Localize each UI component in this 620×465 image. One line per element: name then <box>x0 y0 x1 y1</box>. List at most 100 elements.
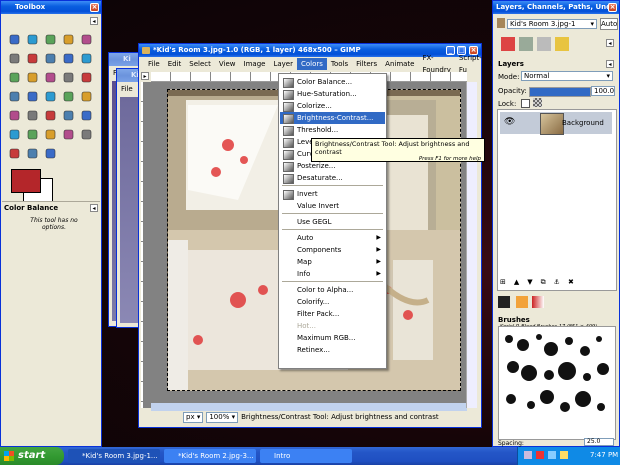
toolbox-menu-arrow-icon[interactable]: ◂ <box>90 17 98 25</box>
menu-file[interactable]: File <box>144 58 164 70</box>
menu-select[interactable]: Select <box>185 58 215 70</box>
ellipse-select-icon[interactable] <box>24 31 40 47</box>
raise-layer-icon[interactable]: ▲ <box>514 278 519 290</box>
dock-menu-arrow-icon[interactable]: ◂ <box>606 39 614 47</box>
layers-tab-icon[interactable] <box>501 37 515 51</box>
menu-item-invert[interactable]: Invert <box>280 188 385 200</box>
channels-tab-icon[interactable] <box>519 37 533 51</box>
menu-item-filter-pack[interactable]: Filter Pack... <box>280 308 385 320</box>
patterns-tab-icon[interactable] <box>516 296 528 308</box>
blend-icon[interactable] <box>78 88 94 104</box>
zoom-icon[interactable] <box>60 50 76 66</box>
brushes-tab-icon[interactable] <box>498 296 510 308</box>
menu-animate[interactable]: Animate <box>381 58 418 70</box>
undo-tab-icon[interactable] <box>555 37 569 51</box>
paths-icon[interactable] <box>24 50 40 66</box>
convolve-icon[interactable] <box>42 126 58 142</box>
background-window-menu[interactable]: File <box>121 85 133 93</box>
menu-filters[interactable]: Filters <box>352 58 381 70</box>
stamp-icon[interactable] <box>42 145 58 161</box>
menu-item-maximum-rgb[interactable]: Maximum RGB... <box>280 332 385 344</box>
smudge-icon[interactable] <box>60 126 76 142</box>
lasso-icon[interactable] <box>42 31 58 47</box>
menu-colors[interactable]: Colors <box>296 58 327 70</box>
menu-item-hot[interactable]: Hot... <box>280 320 385 332</box>
anchor-layer-icon[interactable]: ⚓ <box>554 278 560 290</box>
tray-app-icon[interactable] <box>560 451 568 459</box>
tool-options-menu-icon[interactable]: ◂ <box>90 204 98 212</box>
image-selector[interactable]: Kid's Room 3.jpg-1 ▾ <box>507 19 597 29</box>
flask-icon[interactable] <box>6 145 22 161</box>
menu-item-threshold[interactable]: Threshold... <box>280 124 385 136</box>
task-button-1[interactable]: *Kid's Room 3.jpg-1... <box>68 449 160 463</box>
zoom-selector[interactable]: 100% ▾ <box>206 411 239 423</box>
fuzzy-select-icon[interactable] <box>60 31 76 47</box>
heal-icon[interactable] <box>24 126 40 142</box>
volume-icon[interactable] <box>548 451 556 459</box>
menu-item-desaturate[interactable]: Desaturate... <box>280 172 385 184</box>
unit-selector[interactable]: px ▾ <box>183 411 204 423</box>
scissors-icon[interactable] <box>6 50 22 66</box>
vertical-scrollbar[interactable] <box>466 82 477 408</box>
menu-item-brightness-contrast[interactable]: Brightness-Contrast... <box>280 112 385 124</box>
visibility-eye-icon[interactable]: 👁 <box>504 117 515 127</box>
menu-view[interactable]: View <box>215 58 240 70</box>
task-button-2[interactable]: *Kid's Room 2.jpg-3... <box>164 449 256 463</box>
move-icon[interactable] <box>6 69 22 85</box>
rotate-icon[interactable] <box>42 69 58 85</box>
rect-select-icon[interactable] <box>6 31 22 47</box>
toolbox-titlebar[interactable]: Toolbox <box>1 1 101 14</box>
measure-icon[interactable] <box>78 50 94 66</box>
airbrush-icon[interactable] <box>60 107 76 123</box>
gradients-tab-icon[interactable] <box>532 296 544 308</box>
color-select-icon[interactable] <box>78 31 94 47</box>
shear-icon[interactable] <box>78 69 94 85</box>
paintbrush-icon[interactable] <box>24 107 40 123</box>
auto-button[interactable]: Auto <box>600 18 618 30</box>
horizontal-scrollbar[interactable] <box>151 403 467 411</box>
menu-item-color-to-alpha[interactable]: Color to Alpha... <box>280 284 385 296</box>
spacing-spinbox[interactable]: 25.0 <box>584 438 614 446</box>
color-picker-icon[interactable] <box>42 50 58 66</box>
toolbox-close-button[interactable]: × <box>90 3 99 12</box>
menu-layer[interactable]: Layer <box>269 58 297 70</box>
menu-item-value-invert[interactable]: Value Invert <box>280 200 385 212</box>
lock-alpha-checkbox[interactable] <box>521 99 530 108</box>
start-button[interactable]: start <box>0 447 64 465</box>
dodge-burn-icon[interactable] <box>78 126 94 142</box>
layers-panel-menu-icon[interactable]: ◂ <box>606 60 614 68</box>
foreground-color-swatch[interactable] <box>11 169 41 193</box>
menu-item-info[interactable]: Info ▶ <box>280 268 385 280</box>
new-layer-icon[interactable]: ⊞ <box>500 278 506 290</box>
text-icon[interactable] <box>42 88 58 104</box>
menu-item-retinex[interactable]: Retinex... <box>280 344 385 356</box>
network-icon[interactable] <box>524 451 532 459</box>
menu-item-use-gegl[interactable]: Use GEGL <box>280 216 385 228</box>
delete-layer-icon[interactable]: ✖ <box>568 278 574 290</box>
menu-item-colorize[interactable]: Colorize... <box>280 100 385 112</box>
scale-icon[interactable] <box>60 69 76 85</box>
menu-item-components[interactable]: Components ▶ <box>280 244 385 256</box>
opacity-slider[interactable] <box>529 87 591 97</box>
menu-item-colorify[interactable]: Colorify... <box>280 296 385 308</box>
menu-item-map[interactable]: Map ▶ <box>280 256 385 268</box>
menu-tools[interactable]: Tools <box>327 58 352 70</box>
dock-titlebar[interactable]: Layers, Channels, Paths, Undo ... <box>493 1 619 14</box>
opacity-spinbox[interactable]: 100.0 <box>591 86 615 96</box>
canvas-menu-arrow-icon[interactable]: ▸ <box>141 72 149 80</box>
clone-icon[interactable] <box>6 126 22 142</box>
eraser-icon[interactable] <box>42 107 58 123</box>
paths-tab-icon[interactable] <box>537 37 551 51</box>
flip-icon[interactable] <box>24 88 40 104</box>
menu-item-hue-saturation[interactable]: Hue-Saturation... <box>280 88 385 100</box>
brushes-grid[interactable] <box>498 326 616 440</box>
ink-icon[interactable] <box>78 107 94 123</box>
security-icon[interactable] <box>536 451 544 459</box>
menu-edit[interactable]: Edit <box>164 58 186 70</box>
crop-icon[interactable] <box>24 69 40 85</box>
perspective-icon[interactable] <box>6 88 22 104</box>
pencil-icon[interactable] <box>6 107 22 123</box>
menu-image[interactable]: Image <box>240 58 270 70</box>
duplicate-layer-icon[interactable]: ⧉ <box>541 278 546 290</box>
menu-item-auto[interactable]: Auto ▶ <box>280 232 385 244</box>
